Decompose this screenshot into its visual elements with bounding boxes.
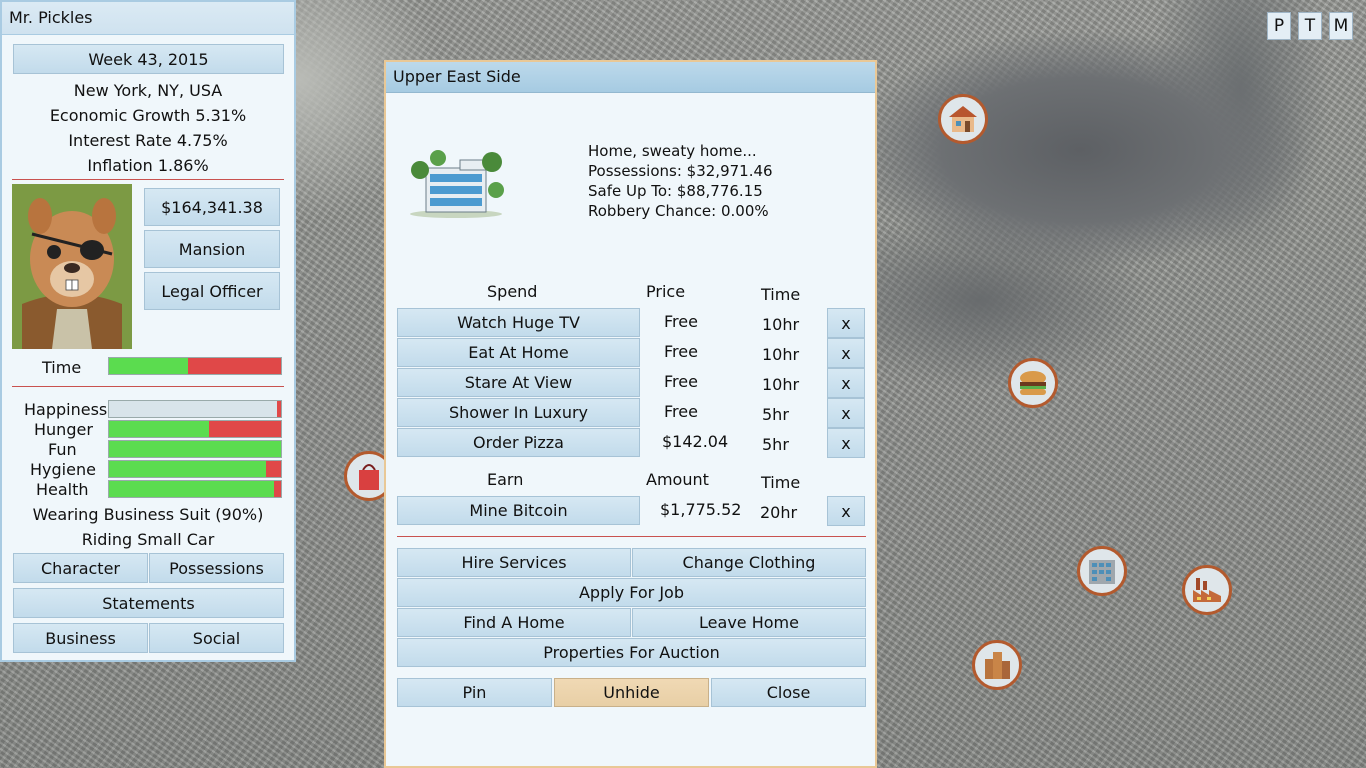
time-bar-fill [109,358,189,374]
hygiene-bar-fill [109,461,266,477]
divider [397,536,866,537]
t-button[interactable]: T [1298,12,1322,40]
properties-for-auction-button[interactable]: Properties For Auction [397,638,866,667]
business-button[interactable]: Business [13,623,148,653]
leave-home-button[interactable]: Leave Home [632,608,866,637]
money-button[interactable]: $164,341.38 [144,188,280,226]
shower-in-luxury-button[interactable]: Shower In Luxury [397,398,640,427]
order-pizza-x-button[interactable]: x [827,428,865,458]
hunger-bar-fill [109,421,209,437]
office-tower-marker-icon[interactable] [972,640,1022,690]
find-a-home-button[interactable]: Find A Home [397,608,631,637]
mine-bitcoin-button[interactable]: Mine Bitcoin [397,496,640,525]
hygiene-bar [108,460,282,478]
change-clothing-button[interactable]: Change Clothing [632,548,866,577]
spend-price: Free [664,372,698,391]
character-name: Mr. Pickles [2,2,294,35]
possessions-value-text: Possessions: $32,971.46 [588,162,773,180]
p-button[interactable]: P [1267,12,1291,40]
location-text: New York, NY, USA [73,81,223,100]
shower-in-luxury-x-button[interactable]: x [827,398,865,428]
unhide-button[interactable]: Unhide [554,678,709,707]
riding-text: Riding Small Car [81,530,215,549]
hire-services-button[interactable]: Hire Services [397,548,631,577]
spend-time: 5hr [762,405,789,424]
happiness-bar-marker [277,401,281,417]
character-button[interactable]: Character [13,553,148,583]
time-header: Time [761,285,801,304]
m-button[interactable]: M [1329,12,1353,40]
order-pizza-button[interactable]: Order Pizza [397,428,640,457]
spend-price: Free [664,402,698,421]
health-bar-fill [109,481,275,497]
spend-price: $142.04 [662,432,729,451]
spend-header: Spend [487,282,538,301]
inflation-text: Inflation 1.86% [87,156,209,175]
dialog-title: Upper East Side [386,62,875,93]
time-bar [108,357,282,375]
hygiene-label: Hygiene [30,460,96,479]
character-portrait [12,184,132,349]
spend-price: Free [664,312,698,331]
spend-time: 5hr [762,435,789,454]
robbery-chance-text: Robbery Chance: 0.00% [588,202,769,220]
pin-button[interactable]: Pin [397,678,552,707]
eat-at-home-x-button[interactable]: x [827,338,865,368]
description-text: Home, sweaty home... [588,142,757,160]
watch-huge-tv-x-button[interactable]: x [827,308,865,338]
health-label: Health [36,480,89,499]
eat-at-home-button[interactable]: Eat At Home [397,338,640,367]
time-label: Time [42,358,82,377]
factory-marker-icon[interactable] [1182,565,1232,615]
hunger-label: Hunger [34,420,93,439]
spend-time: 10hr [762,345,800,364]
burger-marker-icon[interactable] [1008,358,1058,408]
mine-bitcoin-x-button[interactable]: x [827,496,865,526]
divider [12,386,284,387]
price-header: Price [646,282,686,301]
stare-at-view-button[interactable]: Stare At View [397,368,640,397]
job-button[interactable]: Legal Officer [144,272,280,310]
wearing-text: Wearing Business Suit (90%) [32,505,264,524]
amount-header: Amount [646,470,709,489]
spend-time: 10hr [762,375,800,394]
fun-bar-fill [109,441,281,457]
mansion-building-icon [408,148,504,218]
house-marker-icon[interactable] [938,94,988,144]
location-dialog: Upper East Side Home, sweaty home... Pos… [384,60,877,768]
interest-rate-text: Interest Rate 4.75% [68,131,228,150]
date-button[interactable]: Week 43, 2015 [13,44,284,74]
residence-button[interactable]: Mansion [144,230,280,268]
happiness-label: Happiness [24,400,108,419]
earn-header: Earn [487,470,524,489]
health-bar [108,480,282,498]
close-button[interactable]: Close [711,678,866,707]
spend-price: Free [664,342,698,361]
hunger-bar [108,420,282,438]
watch-huge-tv-button[interactable]: Watch Huge TV [397,308,640,337]
spend-time: 10hr [762,315,800,334]
earn-time: 20hr [760,503,798,522]
apply-for-job-button[interactable]: Apply For Job [397,578,866,607]
social-button[interactable]: Social [149,623,284,653]
divider [12,179,284,180]
statements-button[interactable]: Statements [13,588,284,618]
economic-growth-text: Economic Growth 5.31% [49,106,247,125]
stare-at-view-x-button[interactable]: x [827,368,865,398]
possessions-button[interactable]: Possessions [149,553,284,583]
character-panel: Mr. Pickles Week 43, 2015 New York, NY, … [0,0,296,662]
earn-time-header: Time [761,473,801,492]
safe-up-to-text: Safe Up To: $88,776.15 [588,182,763,200]
fun-label: Fun [48,440,77,459]
happiness-bar [108,400,282,418]
earn-amount: $1,775.52 [660,500,742,519]
apartment-marker-icon[interactable] [1077,546,1127,596]
fun-bar [108,440,282,458]
